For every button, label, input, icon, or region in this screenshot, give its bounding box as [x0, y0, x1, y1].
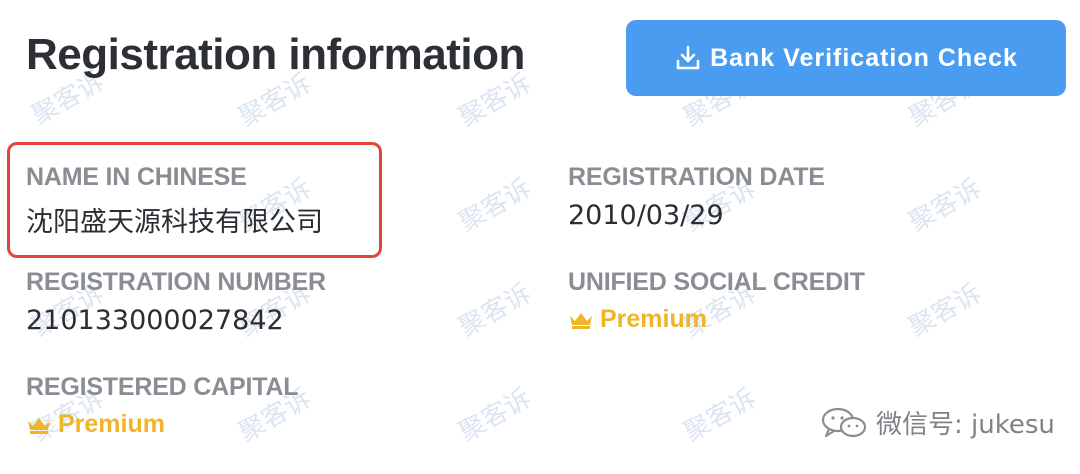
premium-label: Premium: [58, 410, 165, 438]
watermark: 聚客诉: [903, 278, 987, 344]
premium-label: Premium: [600, 305, 707, 333]
field-label: REGISTRATION DATE: [568, 163, 825, 191]
field-value: 210133000027842: [26, 305, 284, 336]
watermark: 聚客诉: [453, 383, 537, 449]
field-value: 2010/03/29: [568, 200, 724, 231]
crown-icon: [568, 310, 594, 330]
wechat-text: 微信号: jukesu: [876, 410, 1055, 440]
page-title: Registration information: [26, 30, 525, 79]
premium-badge[interactable]: Premium: [568, 305, 865, 334]
crown-icon: [26, 415, 52, 435]
download-icon: [674, 44, 702, 72]
field-label: UNIFIED SOCIAL CREDIT: [568, 268, 865, 296]
field-registration-number: REGISTRATION NUMBER 210133000027842: [26, 268, 326, 336]
bank-verification-check-label: Bank Verification Check: [710, 43, 1018, 72]
wechat-account: 微信号: jukesu: [820, 404, 1055, 441]
field-registration-date: REGISTRATION DATE 2010/03/29: [568, 163, 825, 231]
premium-badge[interactable]: Premium: [26, 410, 298, 439]
field-label: REGISTRATION NUMBER: [26, 268, 326, 296]
bank-verification-check-button[interactable]: Bank Verification Check: [626, 20, 1066, 96]
watermark: 聚客诉: [678, 383, 762, 449]
field-label: REGISTERED CAPITAL: [26, 373, 299, 401]
field-value: 沈阳盛天源科技有限公司: [26, 207, 323, 238]
watermark: 聚客诉: [903, 173, 987, 239]
field-unified-social-credit: UNIFIED SOCIAL CREDIT Premium: [568, 268, 865, 334]
field-registered-capital: REGISTERED CAPITAL Premium: [26, 373, 299, 439]
watermark: 聚客诉: [453, 278, 537, 344]
field-label: NAME IN CHINESE: [26, 163, 247, 191]
field-name-in-chinese: NAME IN CHINESE 沈阳盛天源科技有限公司: [26, 163, 323, 239]
wechat-icon: [820, 406, 868, 440]
watermark: 聚客诉: [453, 173, 537, 239]
